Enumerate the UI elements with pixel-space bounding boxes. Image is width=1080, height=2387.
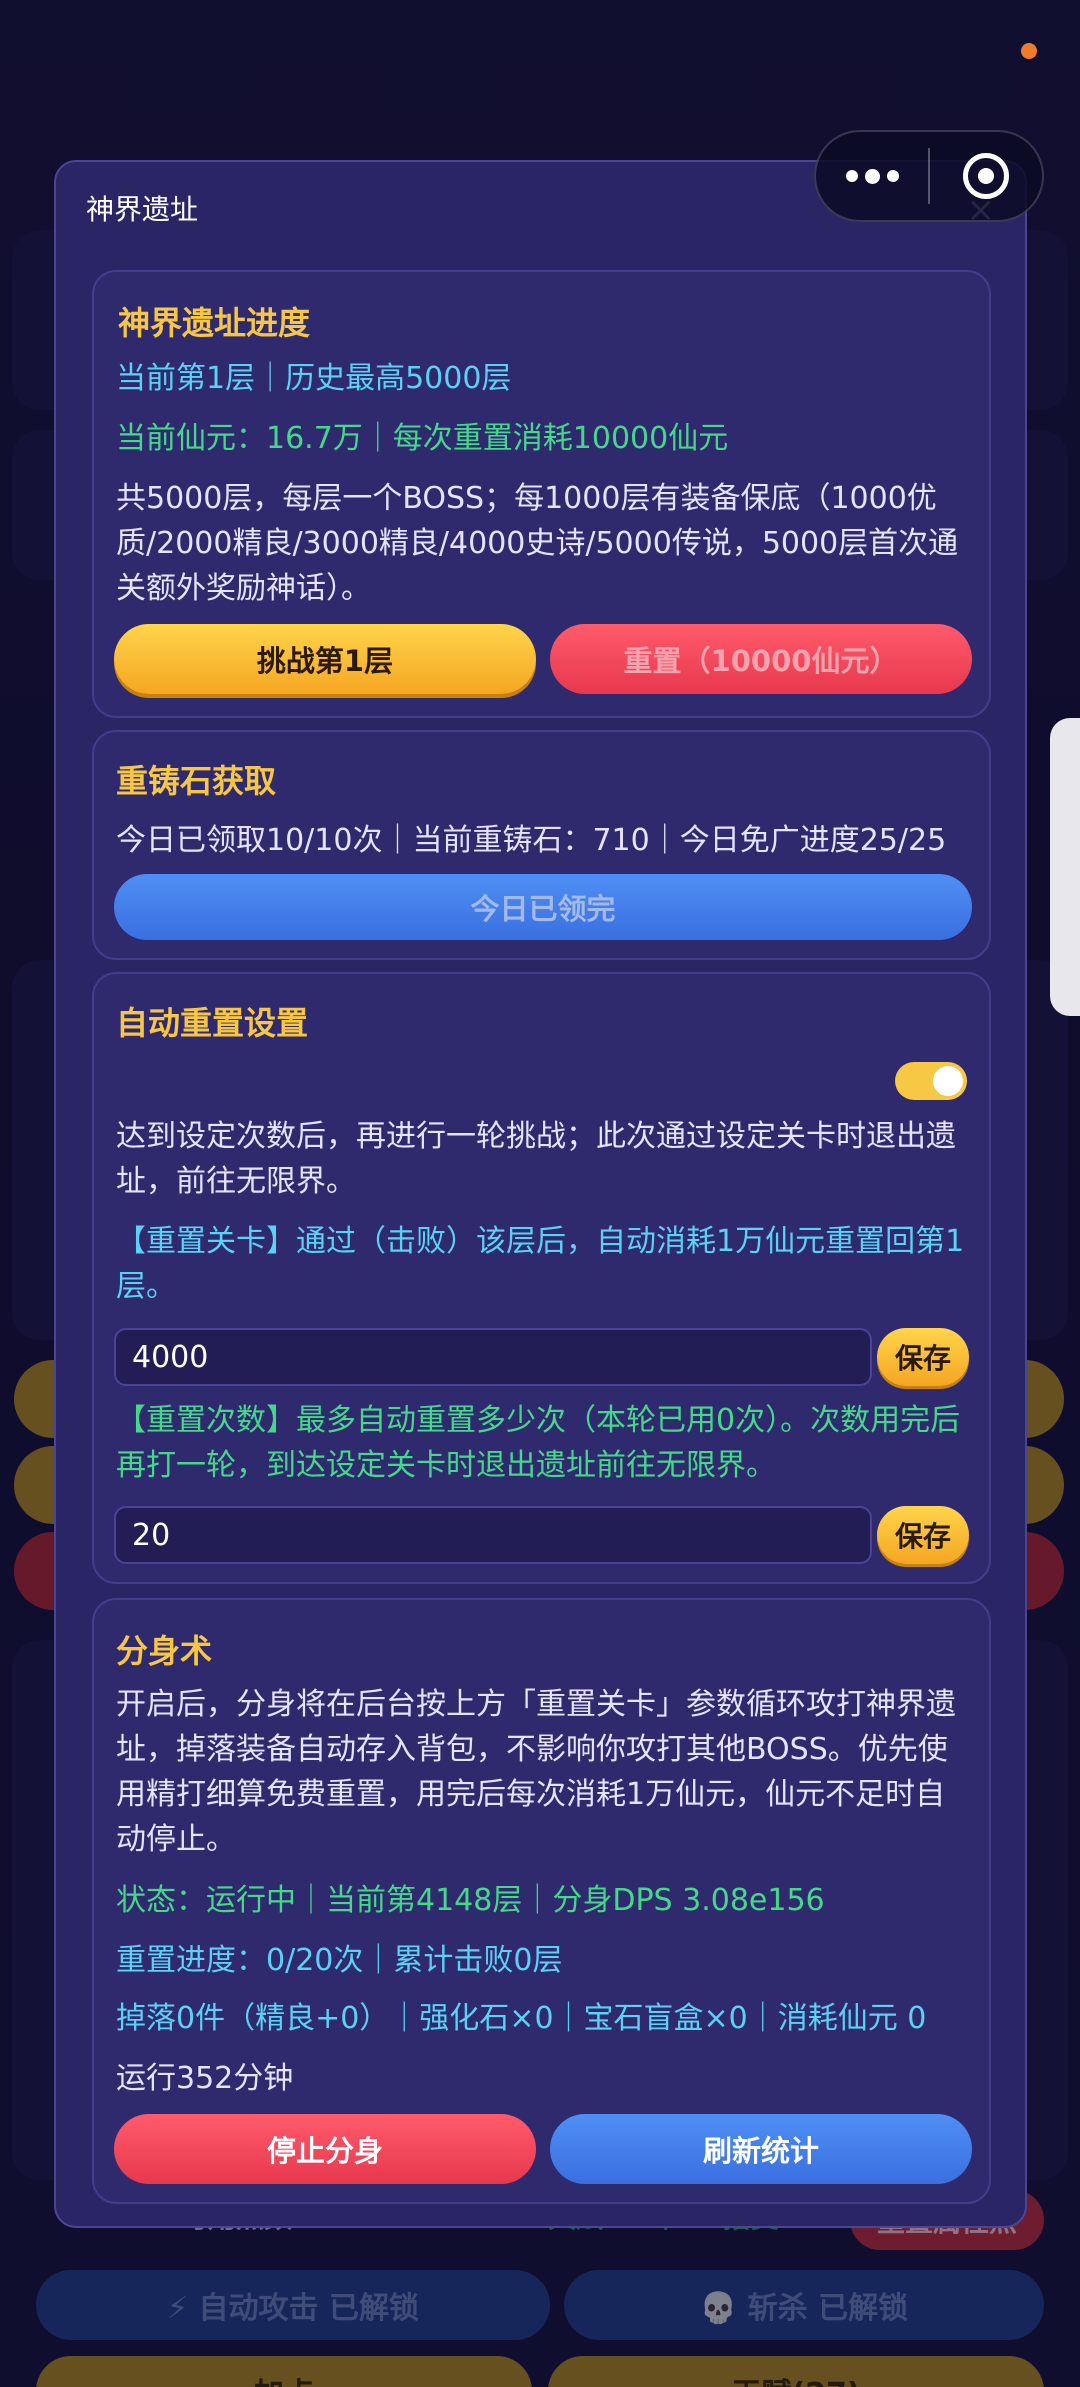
- clone-reset-line: 重置进度：0/20次｜累计击败0层: [116, 1943, 563, 1978]
- side-drawer-handle[interactable]: [1050, 718, 1080, 1016]
- auto-reset-card: 自动重置设置 达到设定次数后，再进行一轮挑战；此次通过设定关卡时退出遗址，前往无…: [92, 972, 991, 1584]
- clone-description: 开启后，分身将在后台按上方「重置关卡」参数循环攻打神界遗址，掉落装备自动存入背包…: [116, 1687, 956, 1857]
- status-indicator-dot: [1021, 43, 1037, 59]
- stone-status-line: 今日已领取10/10次｜当前重铸石：710｜今日免广进度25/25: [116, 823, 947, 858]
- exit-miniprogram-button[interactable]: [930, 132, 1042, 220]
- progress-description: 共5000层，每层一个BOSS；每1000层有装备保底（1000优质/2000精…: [116, 481, 959, 606]
- auto-reset-title: 自动重置设置: [116, 1004, 309, 1042]
- miniprogram-capsule: [814, 130, 1044, 222]
- floor-line: 当前第1层｜历史最高5000层: [116, 361, 512, 396]
- stone-card: 重铸石获取 今日已领取10/10次｜当前重铸石：710｜今日免广进度25/25 …: [92, 730, 991, 960]
- save-level-button[interactable]: 保存: [877, 1328, 969, 1386]
- target-icon: [963, 153, 1009, 199]
- auto-reset-description: 达到设定次数后，再进行一轮挑战；此次通过设定关卡时退出遗址，前往无限界。: [116, 1119, 956, 1199]
- divine-ruins-modal: 神界遗址 × 神界遗址进度 当前第1层｜历史最高5000层 当前仙元：16.7万…: [54, 160, 1027, 2228]
- modal-title: 神界遗址: [86, 193, 199, 226]
- progress-title: 神界遗址进度: [118, 304, 311, 342]
- reset-count-input[interactable]: 20: [114, 1506, 872, 1564]
- claim-button[interactable]: 今日已领完: [114, 874, 972, 940]
- reset-level-hint: 【重置关卡】通过（击败）该层后，自动消耗1万仙元重置回第1层。: [116, 1224, 965, 1304]
- reset-count-hint: 【重置次数】最多自动重置多少次（本轮已用0次）。次数用完后再打一轮，到达设定关卡…: [116, 1403, 961, 1483]
- challenge-button[interactable]: 挑战第1层: [114, 624, 536, 694]
- clone-card: 分身术 开启后，分身将在后台按上方「重置关卡」参数循环攻打神界遗址，掉落装备自动…: [92, 1598, 991, 2204]
- clone-runtime-line: 运行352分钟: [116, 2061, 294, 2096]
- progress-card: 神界遗址进度 当前第1层｜历史最高5000层 当前仙元：16.7万｜每次重置消耗…: [92, 270, 991, 718]
- reset-level-input[interactable]: 4000: [114, 1328, 872, 1386]
- clone-status-line: 状态：运行中｜当前第4148层｜分身DPS 3.08e156: [116, 1883, 825, 1918]
- auto-reset-toggle[interactable]: [895, 1062, 967, 1100]
- reset-button[interactable]: 重置（10000仙元）: [550, 624, 972, 694]
- save-count-button[interactable]: 保存: [877, 1506, 969, 1564]
- clone-title: 分身术: [116, 1632, 213, 1670]
- currency-line: 当前仙元：16.7万｜每次重置消耗10000仙元: [116, 421, 729, 456]
- refresh-stats-button[interactable]: 刷新统计: [550, 2114, 972, 2184]
- stop-clone-button[interactable]: 停止分身: [114, 2114, 536, 2184]
- stone-title: 重铸石获取: [116, 762, 277, 800]
- more-options-icon[interactable]: [816, 132, 928, 220]
- clone-drop-line: 掉落0件（精良+0）｜强化石×0｜宝石盲盒×0｜消耗仙元 0: [116, 2001, 927, 2036]
